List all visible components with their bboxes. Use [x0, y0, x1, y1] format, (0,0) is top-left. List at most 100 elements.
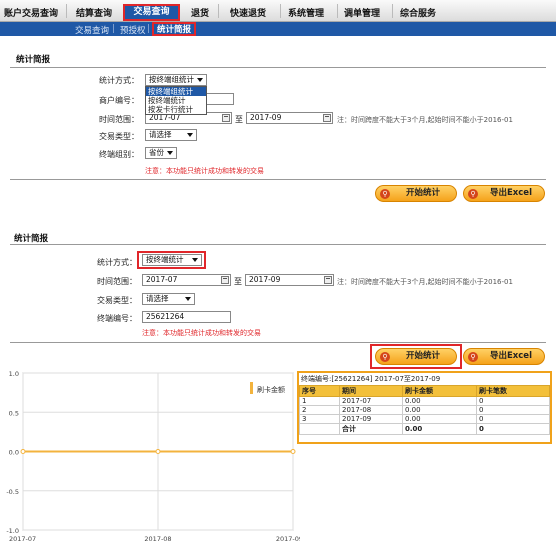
- export-excel-label: 导出Excel: [489, 188, 532, 198]
- start-stat-button[interactable]: ⚲ 开始统计: [375, 185, 457, 202]
- nav-item-system-management[interactable]: 系统管理: [288, 6, 324, 19]
- terminal-input[interactable]: 25621264: [142, 311, 231, 323]
- result-table: 序号 期间 刷卡金额 刷卡笔数 1 2017-07 0.00 0 2 2017-…: [299, 385, 550, 435]
- range-hint: 注：时间跨度不能大于3个月,起始时间不能小于2016-01: [337, 278, 513, 286]
- calendar-icon[interactable]: [222, 114, 230, 122]
- search-icon: ⚲: [468, 189, 478, 199]
- export-excel-label: 导出Excel: [489, 351, 532, 361]
- chevron-down-icon: [185, 297, 191, 301]
- method-select[interactable]: 按终端统计: [142, 254, 202, 266]
- divider: [10, 67, 546, 68]
- col-header-period: 期间: [339, 385, 403, 397]
- group-select[interactable]: 省份: [145, 147, 177, 159]
- legend-swatch: [250, 382, 253, 394]
- y-tick-label: 0.0: [9, 449, 19, 457]
- cell-count: 0: [476, 405, 550, 415]
- method-dropdown: 按终端组统计 按终端统计 按发卡行统计: [145, 86, 207, 115]
- nav-item-settlement-query[interactable]: 结算查询: [76, 6, 112, 19]
- chevron-down-icon: [187, 133, 193, 137]
- y-tick-label: -0.5: [6, 488, 19, 496]
- nav-divider: [280, 4, 281, 18]
- type-select[interactable]: 请选择: [142, 293, 195, 305]
- cell-amount: 0.00: [402, 405, 477, 415]
- range-to-input[interactable]: 2017-09: [245, 274, 334, 286]
- export-excel-button[interactable]: ⚲ 导出Excel: [463, 348, 545, 365]
- divider: [10, 179, 546, 180]
- dropdown-option[interactable]: 按终端组统计: [146, 87, 206, 96]
- group-label: 终端组别：: [99, 150, 139, 159]
- range-from-value: 2017-07: [146, 275, 178, 284]
- range-label: 时间范围：: [99, 115, 139, 124]
- start-stat-button[interactable]: ⚲ 开始统计: [375, 348, 457, 365]
- nav-item-transaction-query[interactable]: 交易查询: [123, 4, 180, 21]
- calendar-icon[interactable]: [221, 276, 229, 284]
- search-icon: ⚲: [468, 352, 478, 362]
- subnav-divider: |: [112, 24, 115, 34]
- result-panel: 终端编号:[25621264] 2017-07至2017-09 序号 期间 刷卡…: [297, 371, 552, 444]
- range-to-label: 至: [234, 277, 242, 286]
- top-nav: 账户交易查询 结算查询 交易查询 退货 快速退货 系统管理 调单管理 综合服务: [0, 0, 556, 22]
- method-select[interactable]: 按终端组统计: [145, 74, 207, 86]
- result-caption: 终端编号:[25621264] 2017-07至2017-09: [301, 375, 441, 383]
- x-tick-label: 2017-08: [144, 535, 171, 543]
- chevron-down-icon: [197, 78, 203, 82]
- calendar-icon[interactable]: [323, 114, 331, 122]
- nav-divider: [66, 4, 67, 18]
- type-select-value: 请选择: [146, 294, 169, 303]
- cell-index: 2: [299, 405, 340, 415]
- cell-period: 2017-07: [339, 396, 403, 406]
- subnav-item-preauth[interactable]: 预授权: [120, 24, 146, 36]
- dropdown-option[interactable]: 按发卡行统计: [146, 105, 206, 114]
- nav-item-account-query[interactable]: 账户交易查询: [4, 6, 58, 19]
- x-tick-label: 2017-07: [9, 535, 36, 543]
- panel2-title: 统计简报: [14, 234, 49, 244]
- range-to-input[interactable]: 2017-09: [246, 112, 333, 124]
- chevron-down-icon: [192, 258, 198, 262]
- search-icon: ⚲: [380, 189, 390, 199]
- type-label: 交易类型：: [97, 296, 137, 305]
- cell-index: [299, 423, 340, 435]
- search-icon: ⚲: [380, 352, 390, 362]
- y-tick-label: -1.0: [6, 527, 19, 535]
- divider: [10, 244, 546, 245]
- nav-item-refund[interactable]: 退货: [191, 6, 209, 19]
- cell-count: 0: [476, 396, 550, 406]
- method-label: 统计方式：: [99, 76, 139, 85]
- col-header-index: 序号: [299, 385, 340, 397]
- calendar-icon[interactable]: [324, 276, 332, 284]
- cell-total-amount: 0.00: [402, 423, 477, 435]
- panel2-note: 注意：本功能只统计成功和转发的交易: [142, 329, 261, 337]
- cell-index: 1: [299, 396, 340, 406]
- start-stat-label: 开始统计: [405, 351, 440, 361]
- subnav-item-transaction-query[interactable]: 交易查询: [75, 24, 109, 36]
- sub-nav: 交易查询 | 预授权 | 统计简报: [0, 22, 556, 36]
- table-row: 1 2017-07 0.00 0: [299, 396, 550, 406]
- range-from-input[interactable]: 2017-07: [142, 274, 231, 286]
- terminal-label: 终端编号：: [97, 314, 137, 323]
- nav-item-quick-refund[interactable]: 快速退货: [230, 6, 266, 19]
- table-total-row: 合计 0.00 0: [299, 423, 550, 435]
- y-tick-label: 0.5: [9, 409, 19, 417]
- nav-item-order-management[interactable]: 调单管理: [344, 6, 380, 19]
- chevron-down-icon: [167, 151, 173, 155]
- cell-index: 3: [299, 414, 340, 424]
- line-chart: 1.00.50.0-0.5-1.0 2017-072017-082017-09 …: [6, 370, 300, 543]
- method-select-value: 按终端组统计: [149, 75, 194, 84]
- method-select-value: 按终端统计: [146, 255, 184, 264]
- range-to-value: 2017-09: [249, 275, 281, 284]
- type-select[interactable]: 请选择: [145, 129, 197, 141]
- range-to-label: 至: [235, 115, 243, 124]
- cell-total-count: 0: [476, 423, 550, 435]
- terminal-value: 25621264: [146, 312, 185, 321]
- subnav-divider: |: [147, 24, 150, 34]
- col-header-count: 刷卡笔数: [476, 385, 550, 397]
- table-row: 3 2017-09 0.00 0: [299, 414, 550, 424]
- subnav-item-stat-report[interactable]: 统计简报: [152, 22, 197, 36]
- export-excel-button[interactable]: ⚲ 导出Excel: [463, 185, 545, 202]
- data-point: [20, 449, 26, 454]
- data-point: [155, 449, 161, 454]
- dropdown-option[interactable]: 按终端统计: [146, 96, 206, 105]
- range-hint: 注：时间跨度不能大于3个月,起始时间不能小于2016-01: [337, 116, 513, 124]
- group-select-value: 省份: [149, 148, 164, 157]
- nav-item-integrated-services[interactable]: 综合服务: [400, 6, 436, 19]
